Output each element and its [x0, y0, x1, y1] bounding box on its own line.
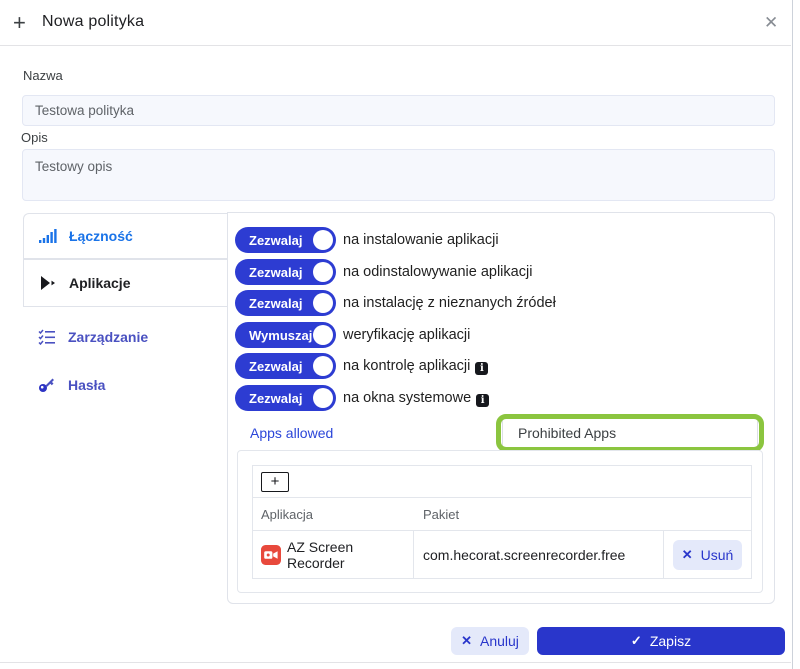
- az-screen-recorder-icon: [261, 545, 281, 565]
- table-add-row: +: [253, 466, 751, 498]
- check-icon: ✓: [631, 633, 642, 649]
- x-icon: ✕: [461, 633, 472, 649]
- toggle-state-label: Zezwalaj: [249, 359, 302, 374]
- toggle-install-apps[interactable]: Zezwalaj: [235, 227, 336, 253]
- toggle-knob: [313, 293, 333, 313]
- sidebar-item-lacznosc[interactable]: Łączność: [23, 213, 228, 259]
- app-name: AZ Screen Recorder: [287, 539, 413, 571]
- page-title: Nowa polityka: [42, 13, 144, 31]
- toggle-knob: [313, 325, 333, 345]
- table-row: AZ Screen Recorder com.hecorat.screenrec…: [253, 531, 751, 578]
- sidebar-item-label: Aplikacje: [69, 275, 130, 291]
- modal-right-edge: [792, 0, 793, 669]
- close-icon[interactable]: ✕: [758, 11, 784, 35]
- toggle-knob: [313, 356, 333, 376]
- sidebar-item-label: Zarządzanie: [68, 329, 148, 345]
- toggle-uninstall-apps[interactable]: Zezwalaj: [235, 259, 336, 285]
- save-button[interactable]: ✓ Zapisz: [537, 627, 785, 655]
- x-icon: ✕: [682, 547, 693, 563]
- toggle-knob: [313, 388, 333, 408]
- info-icon[interactable]: i: [475, 362, 488, 375]
- table-header-row: Aplikacja Pakiet: [253, 498, 751, 531]
- checklist-icon: [38, 329, 56, 345]
- toggle-row-verify-apps: Wymuszaj weryfikację aplikacji: [235, 322, 470, 348]
- cancel-button[interactable]: ✕ Anuluj: [451, 627, 529, 655]
- toggle-unknown-sources[interactable]: Zezwalaj: [235, 290, 336, 316]
- name-label: Nazwa: [23, 68, 63, 83]
- delete-app-button[interactable]: ✕ Usuń: [673, 540, 742, 570]
- sidebar-item-label: Hasła: [68, 377, 105, 393]
- toggle-knob: [313, 230, 333, 250]
- sidebar-item-hasla[interactable]: Hasła: [23, 371, 228, 399]
- modal-bottom-edge: [0, 662, 791, 663]
- toggle-state-label: Wymuszaj: [249, 328, 312, 343]
- toggle-knob: [313, 262, 333, 282]
- add-app-button[interactable]: +: [261, 472, 289, 492]
- description-input[interactable]: Testowy opis: [22, 149, 775, 201]
- tab-apps-allowed[interactable]: Apps allowed: [250, 425, 333, 441]
- key-icon: [38, 377, 56, 393]
- new-policy-modal: + Nowa polityka ✕ Nazwa Opis Testowy opi…: [0, 0, 800, 669]
- toggle-description: weryfikację aplikacji: [343, 327, 470, 343]
- app-package: com.hecorat.screenrecorder.free: [414, 531, 664, 578]
- toggle-row-uninstall: Zezwalaj na odinstalowywanie aplikacji: [235, 259, 532, 285]
- signal-bars-icon: [39, 228, 57, 244]
- tab-prohibited-apps[interactable]: Prohibited Apps: [502, 417, 758, 449]
- name-input[interactable]: [22, 95, 775, 126]
- sidebar-item-aplikacje[interactable]: Aplikacje: [23, 259, 228, 307]
- toggle-state-label: Zezwalaj: [249, 391, 302, 406]
- column-header-package: Pakiet: [414, 507, 664, 522]
- toggle-state-label: Zezwalaj: [249, 233, 302, 248]
- toggle-description: na instalację z nieznanych źródeł: [343, 295, 556, 311]
- toggle-row-app-control: Zezwalaj na kontrolę aplikacjii: [235, 353, 488, 379]
- toggle-description: na okna systemowei: [343, 390, 489, 407]
- column-header-app: Aplikacja: [253, 507, 414, 522]
- toggle-description: na kontrolę aplikacjii: [343, 358, 488, 375]
- header-divider: [0, 45, 791, 46]
- toggle-row-install: Zezwalaj na instalowanie aplikacji: [235, 227, 499, 253]
- toggle-app-control[interactable]: Zezwalaj: [235, 353, 336, 379]
- description-label: Opis: [21, 130, 48, 145]
- toggle-row-unknown-sources: Zezwalaj na instalację z nieznanych źród…: [235, 290, 556, 316]
- plus-icon: +: [13, 10, 26, 36]
- sidebar-item-label: Łączność: [69, 228, 133, 244]
- toggle-row-system-windows: Zezwalaj na okna systemowei: [235, 385, 489, 411]
- play-icon: [39, 275, 57, 291]
- toggle-state-label: Zezwalaj: [249, 265, 302, 280]
- toggle-system-windows[interactable]: Zezwalaj: [235, 385, 336, 411]
- sidebar-item-zarzadzanie[interactable]: Zarządzanie: [23, 323, 228, 351]
- toggle-description: na instalowanie aplikacji: [343, 232, 499, 248]
- toggle-state-label: Zezwalaj: [249, 296, 302, 311]
- prohibited-apps-table: + Aplikacja Pakiet AZ Screen Recorder co…: [252, 465, 752, 579]
- toggle-verify-apps[interactable]: Wymuszaj: [235, 322, 336, 348]
- info-icon[interactable]: i: [476, 394, 489, 407]
- toggle-description: na odinstalowywanie aplikacji: [343, 264, 532, 280]
